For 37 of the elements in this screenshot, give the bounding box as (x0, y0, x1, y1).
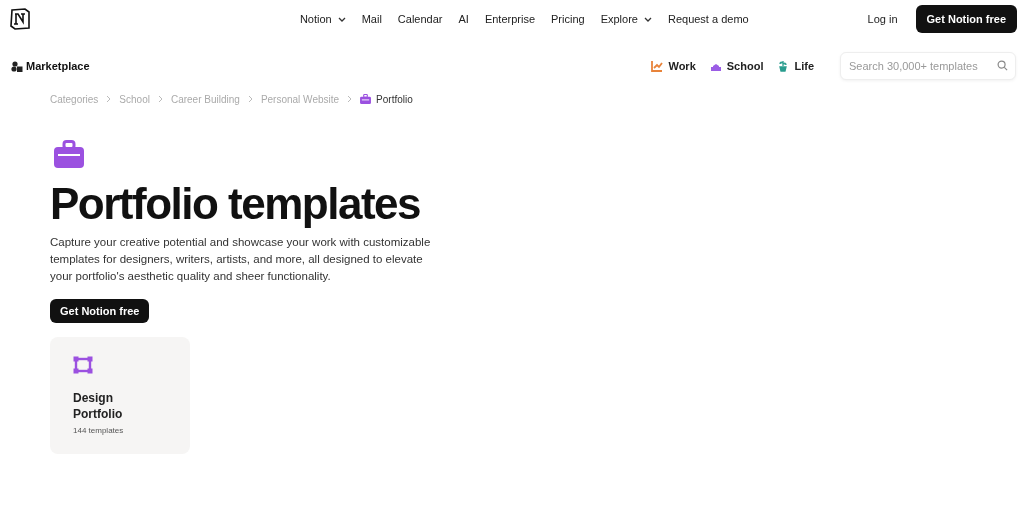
get-notion-free-button[interactable]: Get Notion free (915, 5, 1017, 33)
category-label: School (726, 60, 764, 72)
login-link[interactable]: Log in (867, 13, 898, 25)
nav-link[interactable]: AI (458, 13, 469, 25)
search-field[interactable]: Search 30,000+ templates (840, 52, 1016, 80)
page-title: Portfolio templates (50, 178, 421, 230)
briefcase-icon (360, 94, 372, 104)
frame-icon (73, 356, 93, 374)
category-link[interactable]: Life (777, 60, 814, 72)
nav-link[interactable]: Explore (600, 13, 652, 25)
category-link[interactable]: School (709, 60, 764, 72)
briefcase-icon (54, 140, 84, 168)
marketplace-title[interactable]: Marketplace (26, 60, 90, 72)
chevron-down-icon (337, 16, 346, 22)
card-title: Design Portfolio (73, 390, 124, 422)
category-link[interactable]: Work (651, 60, 696, 72)
template-card[interactable]: Design Portfolio 144 templates (50, 337, 190, 454)
search-icon[interactable] (997, 60, 1008, 71)
chevron-right-icon (157, 95, 163, 103)
nav-link[interactable]: Enterprise (484, 13, 536, 25)
chevron-right-icon (347, 95, 353, 103)
nav-link[interactable]: Mail (361, 13, 382, 25)
description-text: Capture your creative potential and showcase your work with customizable templates for designers, writers, artists, and more, all designed to elevate your portfolio's aesthetic quality and sheer functionality. (50, 235, 432, 284)
nav-link[interactable]: Notion (299, 13, 346, 25)
category-label: Life (794, 60, 814, 72)
notion-logo-icon[interactable] (9, 8, 31, 30)
nav-link[interactable]: Calendar (397, 13, 443, 25)
category-label: Work (668, 60, 696, 72)
get-notion-free-button[interactable]: Get Notion free (50, 299, 150, 323)
shapes-icon (11, 60, 23, 72)
chevron-right-icon (247, 95, 253, 103)
chevron-right-icon (106, 95, 112, 103)
nav-link[interactable]: Pricing (551, 13, 585, 25)
nav-link[interactable]: Request a demo (667, 13, 749, 25)
breadcrumb-link[interactable]: Portfolio (360, 93, 413, 105)
template-count: 144 templates (73, 426, 125, 435)
chevron-down-icon (643, 16, 652, 22)
